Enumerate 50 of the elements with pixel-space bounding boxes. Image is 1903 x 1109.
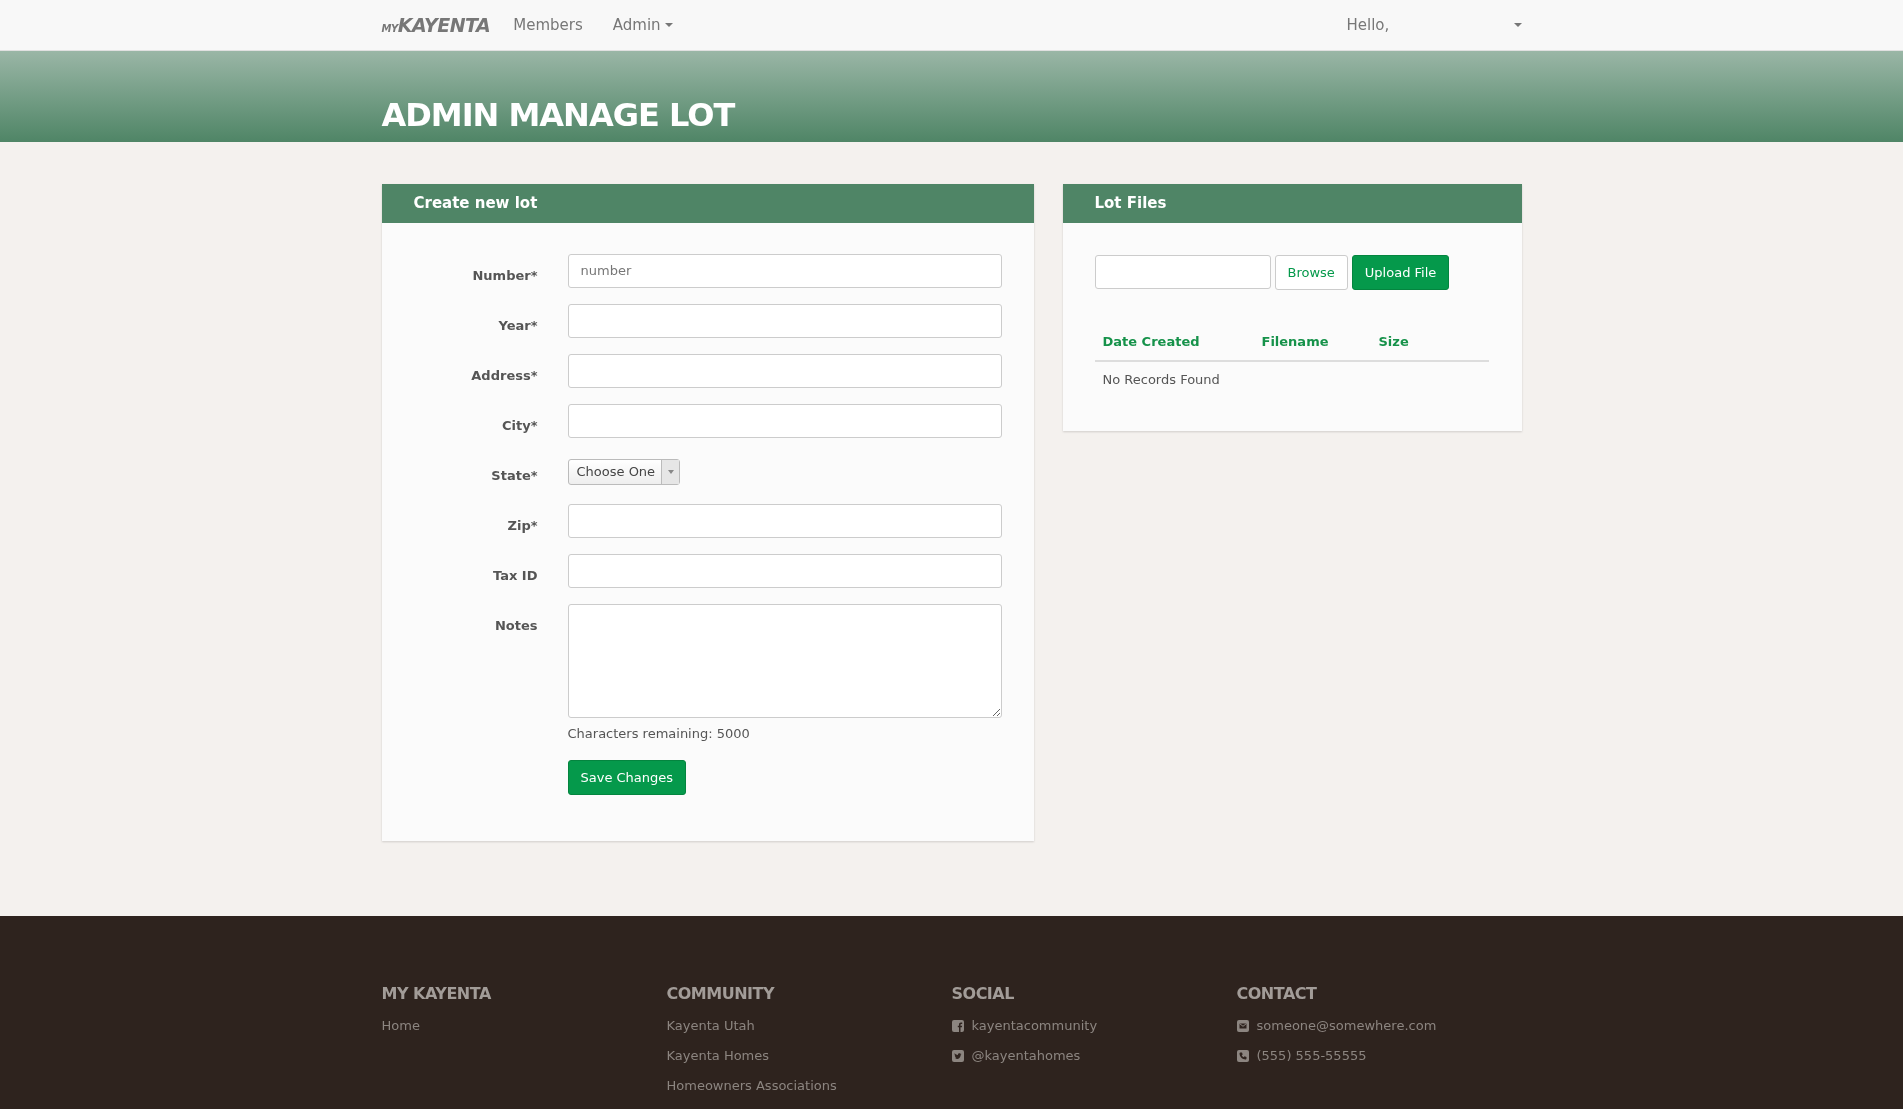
notes-field[interactable] — [567, 604, 1002, 718]
footer-link[interactable]: (555) 555-55555 — [1236, 1041, 1522, 1072]
save-changes-button[interactable]: Save Changes — [567, 759, 687, 795]
upload-file-button[interactable]: Upload File — [1351, 254, 1450, 290]
envelope-icon — [1236, 1020, 1249, 1033]
input-field[interactable] — [567, 554, 1002, 588]
field-label: Number* — [471, 266, 538, 285]
footer-link[interactable]: Homeowners Associations — [666, 1071, 952, 1102]
facebook-icon — [951, 1020, 964, 1033]
footer-link[interactable]: Kayenta Utah — [666, 1011, 952, 1042]
input-field[interactable] — [567, 403, 1002, 438]
input-field[interactable] — [567, 504, 1002, 538]
phone-icon — [1236, 1050, 1249, 1063]
field-label: Zip* — [506, 517, 538, 535]
logo-link[interactable]: MYKAYENTA — [381, 10, 491, 40]
input-field[interactable] — [567, 353, 1002, 388]
input-field[interactable]: number — [567, 253, 1002, 288]
bird-icon — [951, 1050, 964, 1063]
nav-link[interactable]: Admin — [597, 13, 688, 37]
footer-link[interactable]: kayentacommunity — [951, 1011, 1237, 1042]
field-label: City* — [501, 416, 538, 435]
input-field[interactable] — [567, 303, 1002, 338]
state-dropdown[interactable]: Choose One — [567, 458, 681, 485]
field-label: Tax ID — [492, 567, 538, 585]
user-menu[interactable]: Hello, — [1331, 13, 1522, 37]
panel-title: Lot Files — [1062, 184, 1522, 223]
footer-heading: COMMUNITY — [666, 984, 776, 1004]
footer-link[interactable]: Home — [381, 1011, 667, 1042]
footer-heading: MY KAYENTA — [381, 984, 492, 1004]
caret-icon — [667, 469, 674, 474]
caret-icon — [1513, 23, 1522, 27]
page-title: ADMIN MANAGE LOT — [381, 95, 735, 134]
file-path-field[interactable] — [1094, 254, 1271, 289]
browse-button[interactable]: Browse — [1274, 254, 1348, 290]
footer-link[interactable]: @kayentahomes — [951, 1041, 1237, 1072]
field-label: Notes — [493, 617, 538, 635]
characters-remaining-text: Characters remaining: 5000 — [567, 725, 751, 743]
nav-link[interactable]: Members — [498, 13, 598, 37]
column-header[interactable]: Date Created — [1094, 324, 1254, 361]
field-label: Year* — [497, 316, 538, 335]
footer-heading: SOCIAL — [951, 984, 1015, 1004]
column-header[interactable]: Filename — [1253, 324, 1371, 361]
empty-table-message: No Records Found — [1094, 360, 1489, 397]
panel-title: Create new lot — [381, 184, 1034, 223]
field-label: Address* — [470, 366, 538, 385]
footer-link[interactable]: someone@somewhere.com — [1236, 1011, 1522, 1042]
field-label: State* — [490, 466, 538, 485]
footer-heading: CONTACT — [1236, 984, 1318, 1004]
footer-link[interactable]: Kayenta Homes — [666, 1041, 952, 1072]
column-header[interactable]: Size — [1370, 324, 1489, 361]
